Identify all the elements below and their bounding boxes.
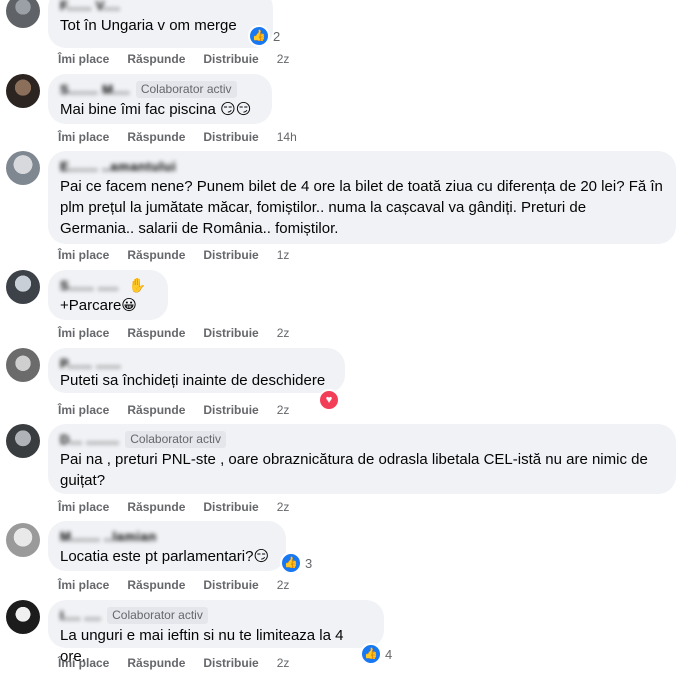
share-button[interactable]: Distribuie xyxy=(203,403,258,417)
reaction-count[interactable]: 👍 4 xyxy=(360,643,392,665)
like-button[interactable]: Îmi place xyxy=(58,500,109,514)
active-contributor-badge: Colaborator activ xyxy=(125,430,226,448)
avatar[interactable] xyxy=(6,74,40,108)
reply-button[interactable]: Răspunde xyxy=(127,656,185,670)
love-reaction-icon: ♥ xyxy=(318,389,340,411)
timestamp[interactable]: 2z xyxy=(277,500,290,514)
like-button[interactable]: Îmi place xyxy=(58,578,109,592)
comment-bubble: I.... .... Colaborator activ La unguri e… xyxy=(48,600,384,665)
avatar[interactable] xyxy=(6,151,40,185)
share-button[interactable]: Distribuie xyxy=(203,500,258,514)
author-name[interactable]: S...... ..... xyxy=(60,278,119,293)
like-button[interactable]: Îmi place xyxy=(58,656,109,670)
like-reaction-icon: 👍 xyxy=(360,643,382,665)
avatar[interactable] xyxy=(6,348,40,382)
timestamp[interactable]: 2z xyxy=(277,52,290,66)
grin-emoji-icon: 😀 xyxy=(121,297,137,314)
share-button[interactable]: Distribuie xyxy=(203,130,258,144)
timestamp[interactable]: 2z xyxy=(277,578,290,592)
avatar[interactable] xyxy=(6,0,40,28)
comment-bubble: M....... ..lamian Locatia este pt parlam… xyxy=(48,521,286,571)
comment-actions: Îmi place Răspunde Distribuie 2z xyxy=(58,326,289,340)
comment-actions: Îmi place Răspunde Distribuie 14h xyxy=(58,130,297,144)
comment-actions: Îmi place Răspunde Distribuie 2z xyxy=(58,52,289,66)
comment-text: Puteti sa închideți inainte de deschider… xyxy=(60,372,326,389)
waving-hand-icon: ✋ xyxy=(128,276,146,293)
comment-text: Tot în Ungaria v om merge xyxy=(60,17,237,34)
smirk-emoji-icon: 😏😏 xyxy=(220,101,252,118)
reply-button[interactable]: Răspunde xyxy=(127,130,185,144)
reply-button[interactable]: Răspunde xyxy=(127,500,185,514)
like-button[interactable]: Îmi place xyxy=(58,248,109,262)
share-button[interactable]: Distribuie xyxy=(203,578,258,592)
avatar[interactable] xyxy=(6,424,40,458)
reply-button[interactable]: Răspunde xyxy=(127,403,185,417)
comment-bubble: D... ........ Colaborator activ Pai na ,… xyxy=(48,424,676,494)
avatar[interactable] xyxy=(6,600,40,634)
smirk-emoji-icon: 😏 xyxy=(253,548,270,565)
comment-text: +Parcare😀 xyxy=(60,297,137,314)
author-name[interactable]: I.... .... xyxy=(60,608,101,623)
comment-actions: Îmi place Răspunde Distribuie 1z xyxy=(58,248,289,262)
reply-button[interactable]: Răspunde xyxy=(127,52,185,66)
reply-button[interactable]: Răspunde xyxy=(127,326,185,340)
avatar[interactable] xyxy=(6,523,40,557)
comment-actions: Îmi place Răspunde Distribuie 2z xyxy=(58,500,289,514)
reaction-count[interactable]: 👍 2 xyxy=(248,25,280,47)
avatar[interactable] xyxy=(6,270,40,304)
like-reaction-icon: 👍 xyxy=(248,25,270,47)
share-button[interactable]: Distribuie xyxy=(203,248,258,262)
author-name[interactable]: P...... ...... xyxy=(60,356,121,371)
like-button[interactable]: Îmi place xyxy=(58,52,109,66)
share-button[interactable]: Distribuie xyxy=(203,656,258,670)
like-button[interactable]: Îmi place xyxy=(58,326,109,340)
comment-text: Locatia este pt parlamentari?😏 xyxy=(60,548,270,565)
share-button[interactable]: Distribuie xyxy=(203,52,258,66)
reply-button[interactable]: Răspunde xyxy=(127,578,185,592)
author-name[interactable]: D... ........ xyxy=(60,432,119,447)
timestamp[interactable]: 2z xyxy=(277,403,290,417)
timestamp[interactable]: 2z xyxy=(277,326,290,340)
comment-actions: Îmi place Răspunde Distribuie 2z xyxy=(58,403,289,417)
timestamp[interactable]: 1z xyxy=(277,248,290,262)
reply-button[interactable]: Răspunde xyxy=(127,248,185,262)
comment-bubble: F...... V.... Tot în Ungaria v om merge xyxy=(48,0,273,48)
comment-bubble: S...... ..... ✋ +Parcare😀 xyxy=(48,270,168,320)
like-reaction-icon: 👍 xyxy=(280,552,302,574)
comment-bubble: E....... ..amantului Pai ce facem nene? … xyxy=(48,151,676,244)
reaction-count[interactable]: ♥ xyxy=(318,389,343,411)
author-name[interactable]: M....... ..lamian xyxy=(60,529,157,544)
comment-text: Mai bine îmi fac piscina 😏😏 xyxy=(60,101,252,118)
share-button[interactable]: Distribuie xyxy=(203,326,258,340)
comment-actions: Îmi place Răspunde Distribuie 2z xyxy=(58,656,289,670)
timestamp[interactable]: 14h xyxy=(277,130,297,144)
reaction-count[interactable]: 👍 3 xyxy=(280,552,312,574)
author-name[interactable]: F...... V.... xyxy=(60,0,120,13)
comment-actions: Îmi place Răspunde Distribuie 2z xyxy=(58,578,289,592)
comment-bubble: S....... M.... Colaborator activ Mai bin… xyxy=(48,74,272,124)
active-contributor-badge: Colaborator activ xyxy=(107,606,208,624)
like-button[interactable]: Îmi place xyxy=(58,403,109,417)
author-name[interactable]: S....... M.... xyxy=(60,82,130,97)
active-contributor-badge: Colaborator activ xyxy=(135,80,237,98)
timestamp[interactable]: 2z xyxy=(277,656,290,670)
comment-text: Pai na , preturi PNL-ste , oare obraznic… xyxy=(60,451,648,489)
author-name[interactable]: E....... ..amantului xyxy=(60,159,176,174)
comment-text: Pai ce facem nene? Punem bilet de 4 ore … xyxy=(60,178,663,237)
comment-bubble: P...... ...... Puteti sa închideți inain… xyxy=(48,348,345,393)
like-button[interactable]: Îmi place xyxy=(58,130,109,144)
